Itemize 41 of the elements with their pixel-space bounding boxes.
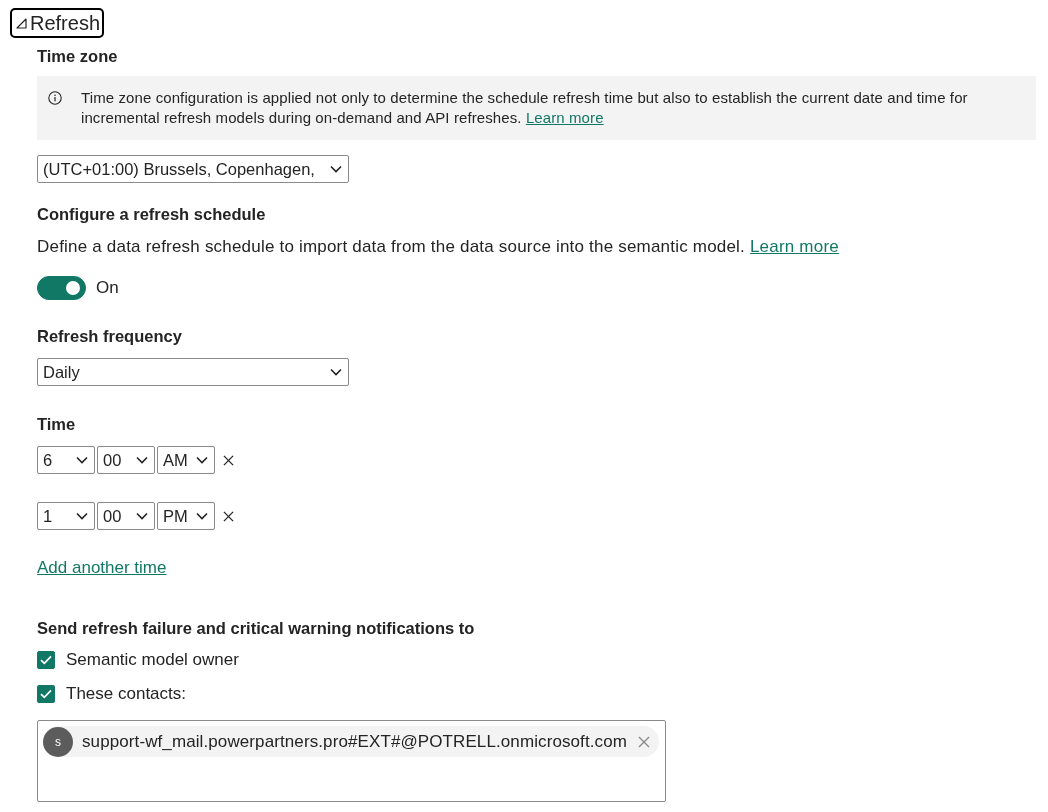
toggle-label: On [96, 277, 119, 299]
add-time-link[interactable]: Add another time [37, 557, 167, 579]
chevron-down-icon [136, 512, 148, 520]
avatar: s [43, 726, 73, 757]
learn-more-link[interactable]: Learn more [525, 109, 604, 126]
chevron-down-icon [76, 512, 88, 520]
minute-select[interactable]: 00 [97, 446, 155, 474]
checkbox-label: Semantic model owner [66, 649, 239, 671]
chevron-down-icon [76, 456, 88, 464]
section-label: Time zone [37, 46, 118, 67]
learn-more-link[interactable]: Learn more [749, 237, 839, 256]
period-select[interactable]: PM [157, 502, 215, 530]
period-select[interactable]: AM [157, 446, 215, 474]
section-header-button[interactable]: Refresh [10, 8, 105, 38]
hour-select[interactable]: 1 [37, 502, 95, 530]
section-label: Configure a refresh schedule [37, 204, 266, 225]
section-label: Refresh frequency [37, 326, 182, 347]
contacts-input-field[interactable]: s support-wf_mail.powerpartners.pro#EXT#@POTRELL.onmicrosoft.com [37, 720, 666, 802]
close-icon[interactable] [223, 454, 234, 466]
hour-select[interactable]: 6 [37, 446, 95, 474]
frequency-select[interactable]: Daily [37, 358, 349, 386]
minute-select[interactable]: 00 [97, 502, 155, 530]
chevron-down-icon [330, 368, 342, 376]
chevron-down-icon [196, 456, 208, 464]
checkbox[interactable] [37, 685, 55, 703]
info-text: Time zone configuration is applied not only to determine the schedule refresh time but also to establish the current date and time for incremental refresh models during on-demand and API refreshes. Learn more [81, 88, 969, 128]
checkmark-icon [40, 655, 52, 665]
toggle-switch[interactable] [37, 276, 86, 300]
section-label: Time [37, 414, 76, 435]
description-text: Define a data refresh schedule to import data from the data source into the semantic model. Learn more [37, 236, 839, 258]
chevron-down-icon [330, 165, 342, 173]
section-label: Send refresh failure and critical warning notifications to [37, 618, 475, 639]
chevron-down-icon [136, 456, 148, 464]
time-zone-select[interactable]: (UTC+01:00) Brussels, Copenhagen, [37, 155, 349, 183]
checkmark-icon [40, 689, 52, 699]
checkbox-label: These contacts: [66, 683, 186, 705]
checkbox[interactable] [37, 651, 55, 669]
info-icon [48, 91, 62, 105]
close-icon[interactable] [223, 510, 234, 522]
chevron-down-icon [196, 512, 208, 520]
contact-email: support-wf_mail.powerpartners.pro#EXT#@POTRELL.onmicrosoft.com [82, 731, 628, 752]
